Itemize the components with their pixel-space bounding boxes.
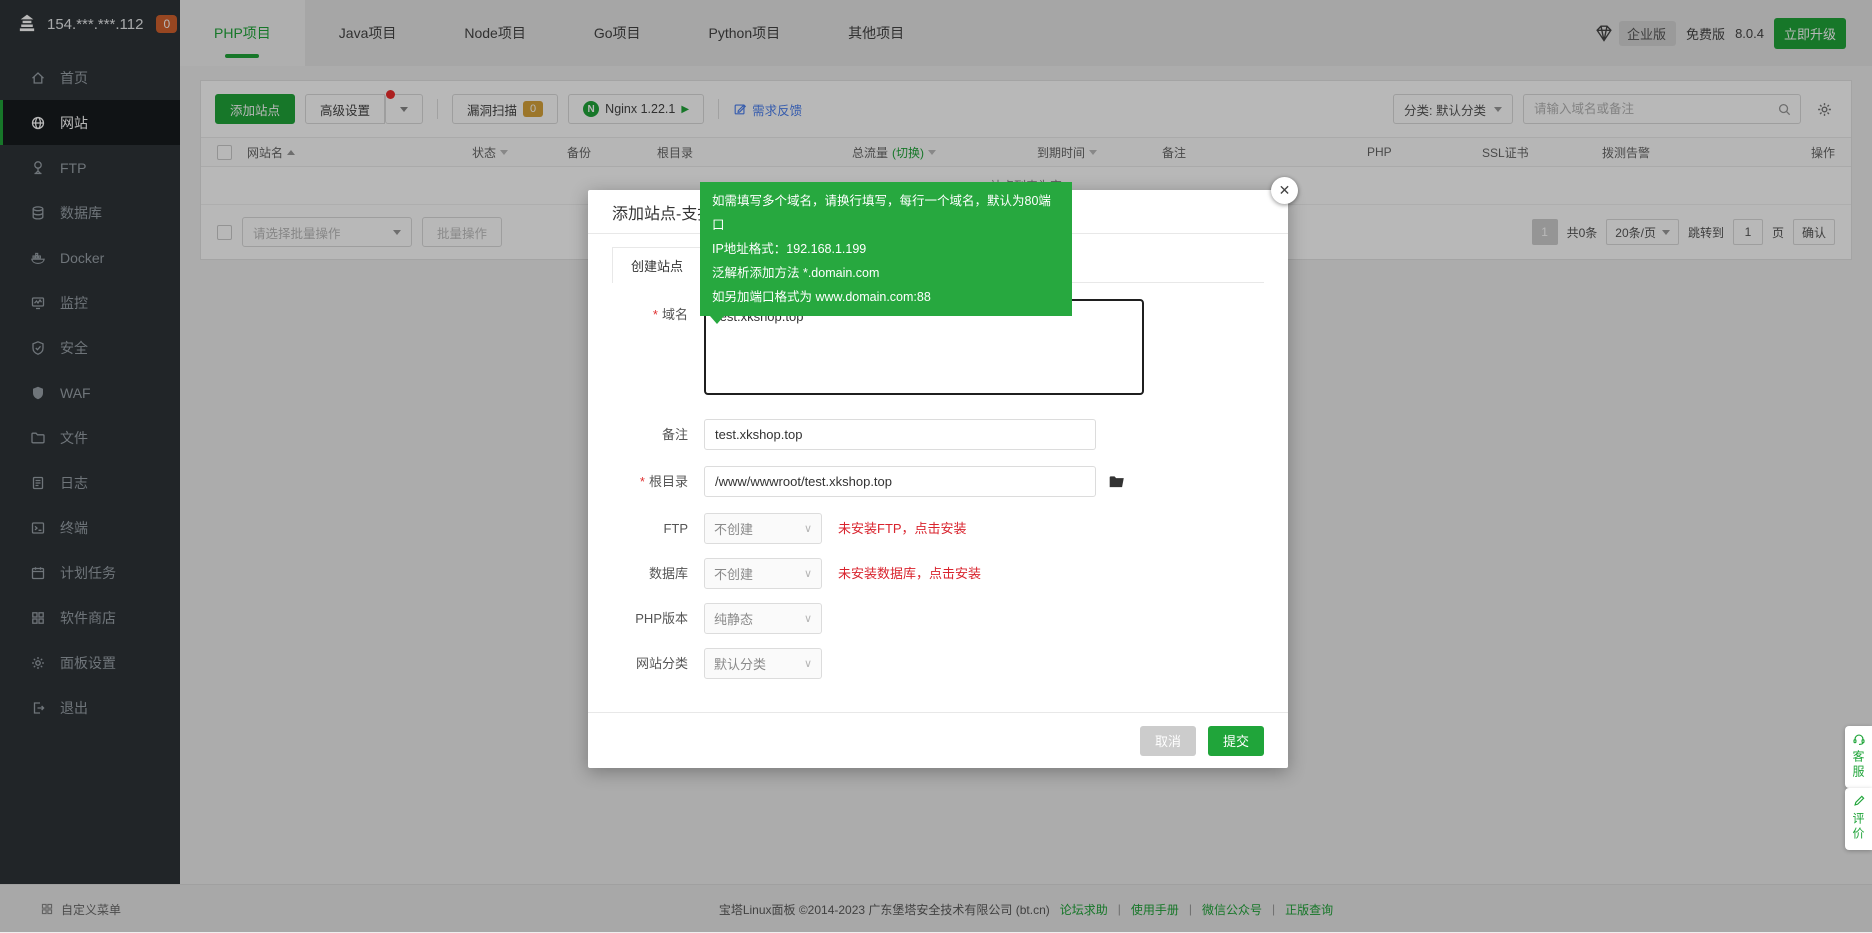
php-select-value: 纯静态 bbox=[714, 609, 753, 628]
ftp-select[interactable]: 不创建 ∨ bbox=[704, 513, 822, 544]
modal-footer: 取消 提交 bbox=[588, 712, 1288, 768]
cancel-button[interactable]: 取消 bbox=[1140, 726, 1196, 756]
category-select-value: 默认分类 bbox=[714, 654, 766, 673]
remark-row: 备注 bbox=[588, 419, 1288, 450]
required-mark: * bbox=[653, 307, 658, 322]
site-category-row: 网站分类 默认分类 ∨ bbox=[588, 648, 1288, 679]
folder-picker-button[interactable] bbox=[1108, 466, 1126, 497]
tab-create-site[interactable]: 创建站点 bbox=[612, 247, 702, 283]
ftp-row: FTP 不创建 ∨ 未安装FTP，点击安装 bbox=[588, 513, 1288, 544]
close-icon[interactable]: ✕ bbox=[1271, 177, 1298, 204]
headset-icon bbox=[1852, 732, 1866, 746]
tooltip-line: 如需填写多个域名，请换行填写，每行一个域名，默认为80端口 bbox=[712, 189, 1060, 237]
ftp-install-warning[interactable]: 未安装FTP，点击安装 bbox=[838, 513, 967, 544]
database-select[interactable]: 不创建 ∨ bbox=[704, 558, 822, 589]
customer-service-widget[interactable]: 客服 bbox=[1845, 726, 1872, 788]
customer-service-label: 客服 bbox=[1850, 750, 1867, 780]
php-version-select[interactable]: 纯静态 ∨ bbox=[704, 603, 822, 634]
remark-input[interactable] bbox=[704, 419, 1096, 450]
database-row: 数据库 不创建 ∨ 未安装数据库，点击安装 bbox=[588, 558, 1288, 589]
ftp-label: FTP bbox=[588, 513, 688, 544]
tooltip-line: IP地址格式：192.168.1.199 bbox=[712, 237, 1060, 261]
chevron-down-icon: ∨ bbox=[804, 657, 812, 670]
remark-label: 备注 bbox=[588, 419, 688, 450]
site-category-label: 网站分类 bbox=[588, 648, 688, 679]
add-site-form: *域名 test.xkshop.top 备注 *根目录 FTP 不创建∨ 未安装… bbox=[588, 283, 1288, 679]
domain-label: *域名 bbox=[588, 299, 688, 395]
rootdir-label: *根目录 bbox=[588, 466, 688, 497]
database-select-value: 不创建 bbox=[714, 564, 753, 583]
php-version-label: PHP版本 bbox=[588, 603, 688, 634]
database-install-warning[interactable]: 未安装数据库，点击安装 bbox=[838, 558, 981, 589]
chevron-down-icon: ∨ bbox=[804, 567, 812, 580]
review-label: 评价 bbox=[1850, 812, 1867, 842]
tooltip-line: 如另加端口格式为 www.domain.com:88 bbox=[712, 285, 1060, 309]
ftp-select-value: 不创建 bbox=[714, 519, 753, 538]
site-category-select[interactable]: 默认分类 ∨ bbox=[704, 648, 822, 679]
domain-help-tooltip: 如需填写多个域名，请换行填写，每行一个域名，默认为80端口 IP地址格式：192… bbox=[700, 182, 1072, 316]
folder-icon bbox=[1108, 473, 1126, 491]
database-label: 数据库 bbox=[588, 558, 688, 589]
chevron-down-icon: ∨ bbox=[804, 522, 812, 535]
submit-button[interactable]: 提交 bbox=[1208, 726, 1264, 756]
rootdir-row: *根目录 bbox=[588, 466, 1288, 497]
tooltip-line: 泛解析添加方法 *.domain.com bbox=[712, 261, 1060, 285]
review-widget[interactable]: 评价 bbox=[1845, 788, 1872, 850]
php-version-row: PHP版本 纯静态 ∨ bbox=[588, 603, 1288, 634]
required-mark: * bbox=[640, 474, 645, 489]
chevron-down-icon: ∨ bbox=[804, 612, 812, 625]
pencil-icon bbox=[1852, 794, 1866, 808]
rootdir-input[interactable] bbox=[704, 466, 1096, 497]
